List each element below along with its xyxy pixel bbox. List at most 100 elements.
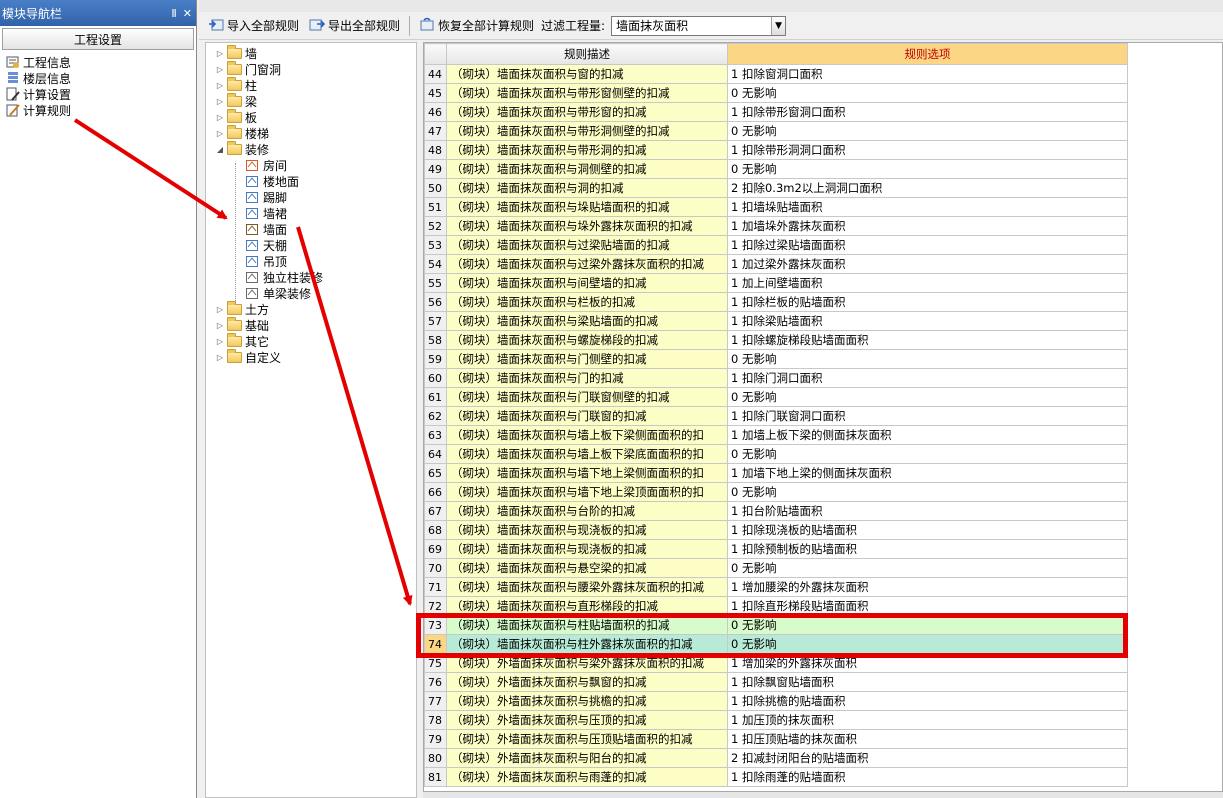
- export-all-rules-button[interactable]: 导出全部规则: [306, 15, 403, 37]
- rule-description[interactable]: （砌块）墙面抹灰面积与螺旋梯段的扣减: [446, 330, 728, 350]
- nav-item-project-info[interactable]: 工程信息: [6, 54, 196, 70]
- table-row[interactable]: 71 （砌块）墙面抹灰面积与腰梁外露抹灰面积的扣减 1 增加腰梁的外露抹灰面积: [424, 577, 1128, 597]
- rule-option[interactable]: 0 无影响: [727, 444, 1128, 464]
- rule-description[interactable]: （砌块）外墙面抹灰面积与压顶贴墙面积的扣减: [446, 729, 728, 749]
- row-number[interactable]: 80: [424, 748, 447, 768]
- tree-node-6[interactable]: 天棚: [206, 237, 416, 253]
- rule-description[interactable]: （砌块）墙面抹灰面积与垛外露抹灰面积的扣减: [446, 216, 728, 236]
- row-number[interactable]: 56: [424, 292, 447, 312]
- rule-description[interactable]: （砌块）墙面抹灰面积与窗的扣减: [446, 64, 728, 84]
- table-row[interactable]: 53 （砌块）墙面抹灰面积与过梁贴墙面的扣减 1 扣除过梁贴墙面面积: [424, 235, 1128, 255]
- table-row[interactable]: 45 （砌块）墙面抹灰面积与带形窗侧壁的扣减 0 无影响: [424, 83, 1128, 103]
- rule-option[interactable]: 1 扣台阶贴墙面积: [727, 501, 1128, 521]
- restore-all-rules-button[interactable]: 恢复全部计算规则: [416, 15, 537, 37]
- row-number[interactable]: 62: [424, 406, 447, 426]
- tree-node[interactable]: ▷ 板: [206, 108, 416, 125]
- table-row[interactable]: 48 （砌块）墙面抹灰面积与带形洞的扣减 1 扣除带形洞洞口面积: [424, 140, 1128, 160]
- row-number[interactable]: 46: [424, 102, 447, 122]
- tree-node-4[interactable]: 墙裙: [206, 205, 416, 221]
- tree-node-9[interactable]: 单梁装修: [206, 285, 416, 301]
- row-number[interactable]: 57: [424, 311, 447, 331]
- rule-description[interactable]: （砌块）墙面抹灰面积与带形洞的扣减: [446, 140, 728, 160]
- tree-node-8[interactable]: 独立柱装修: [206, 269, 416, 285]
- rule-option[interactable]: 1 加压顶的抹灰面积: [727, 710, 1128, 730]
- row-number[interactable]: 48: [424, 140, 447, 160]
- table-row[interactable]: 81 （砌块）外墙面抹灰面积与雨蓬的扣减 1 扣除雨蓬的贴墙面积: [424, 767, 1128, 787]
- row-number[interactable]: 76: [424, 672, 447, 692]
- table-row[interactable]: 47 （砌块）墙面抹灰面积与带形洞侧壁的扣减 0 无影响: [424, 121, 1128, 141]
- row-number[interactable]: 44: [424, 64, 447, 84]
- table-row[interactable]: 64 （砌块）墙面抹灰面积与墙上板下梁底面面积的扣 0 无影响: [424, 444, 1128, 464]
- row-number[interactable]: 49: [424, 159, 447, 179]
- rule-option[interactable]: 1 加墙垛外露抹灰面积: [727, 216, 1128, 236]
- row-number[interactable]: 67: [424, 501, 447, 521]
- rule-description[interactable]: （砌块）外墙面抹灰面积与雨蓬的扣减: [446, 767, 728, 787]
- rule-description[interactable]: （砌块）墙面抹灰面积与门联窗侧壁的扣减: [446, 387, 728, 407]
- expand-icon[interactable]: ▷: [214, 353, 226, 362]
- rule-description[interactable]: （砌块）墙面抹灰面积与门联窗的扣减: [446, 406, 728, 426]
- table-row[interactable]: 65 （砌块）墙面抹灰面积与墙下地上梁侧面面积的扣 1 加墙下地上梁的侧面抹灰面积: [424, 463, 1128, 483]
- row-number[interactable]: 70: [424, 558, 447, 578]
- tree-node-decoration[interactable]: ◢ 装修: [206, 140, 416, 157]
- nav-item-calc-settings[interactable]: 计算设置: [6, 86, 196, 102]
- rule-option[interactable]: 1 扣除门联窗洞口面积: [727, 406, 1128, 426]
- horizontal-scrollbar[interactable]: [423, 792, 1223, 798]
- row-number[interactable]: 64: [424, 444, 447, 464]
- table-row[interactable]: 59 （砌块）墙面抹灰面积与门侧壁的扣减 0 无影响: [424, 349, 1128, 369]
- tree-node[interactable]: ▷ 门窗洞: [206, 60, 416, 77]
- expand-icon[interactable]: ▷: [214, 113, 226, 122]
- row-number[interactable]: 60: [424, 368, 447, 388]
- rule-option[interactable]: 1 扣压顶贴墙的抹灰面积: [727, 729, 1128, 749]
- row-number[interactable]: 79: [424, 729, 447, 749]
- rule-description[interactable]: （砌块）墙面抹灰面积与带形窗侧壁的扣减: [446, 83, 728, 103]
- rule-option[interactable]: 0 无影响: [727, 349, 1128, 369]
- import-all-rules-button[interactable]: 导入全部规则: [205, 15, 302, 37]
- row-number[interactable]: 68: [424, 520, 447, 540]
- column-header-desc[interactable]: 规则描述: [446, 43, 728, 65]
- rule-description[interactable]: （砌块）墙面抹灰面积与门的扣减: [446, 368, 728, 388]
- table-row[interactable]: 66 （砌块）墙面抹灰面积与墙下地上梁顶面面积的扣 0 无影响: [424, 482, 1128, 502]
- rule-option[interactable]: 1 扣除窗洞口面积: [727, 64, 1128, 84]
- rule-description[interactable]: （砌块）墙面抹灰面积与门侧壁的扣减: [446, 349, 728, 369]
- rule-option[interactable]: 0 无影响: [727, 558, 1128, 578]
- collapse-icon[interactable]: ◢: [214, 145, 226, 154]
- rule-option[interactable]: 1 加墙上板下梁的侧面抹灰面积: [727, 425, 1128, 445]
- rule-description[interactable]: （砌块）墙面抹灰面积与带形窗的扣减: [446, 102, 728, 122]
- rule-option[interactable]: 0 无影响: [727, 83, 1128, 103]
- tree-node[interactable]: ▷ 自定义: [206, 348, 416, 365]
- rule-option[interactable]: 1 扣除门洞口面积: [727, 368, 1128, 388]
- rule-description[interactable]: （砌块）墙面抹灰面积与洞的扣减: [446, 178, 728, 198]
- expand-icon[interactable]: ▷: [214, 65, 226, 74]
- tree-node-7[interactable]: 吊顶: [206, 253, 416, 269]
- rule-option[interactable]: 1 扣除带形洞洞口面积: [727, 140, 1128, 160]
- table-row[interactable]: 54 （砌块）墙面抹灰面积与过梁外露抹灰面积的扣减 1 加过梁外露抹灰面积: [424, 254, 1128, 274]
- filter-quantity-select[interactable]: 墙面抹灰面积 ▼: [611, 15, 787, 36]
- project-settings-header[interactable]: 工程设置: [2, 28, 194, 50]
- rule-option[interactable]: 1 扣除栏板的贴墙面积: [727, 292, 1128, 312]
- row-number[interactable]: 53: [424, 235, 447, 255]
- rule-description[interactable]: （砌块）墙面抹灰面积与洞侧壁的扣减: [446, 159, 728, 179]
- row-number[interactable]: 69: [424, 539, 447, 559]
- tree-node-5[interactable]: 墙面: [206, 221, 416, 237]
- rule-description[interactable]: （砌块）墙面抹灰面积与垛贴墙面积的扣减: [446, 197, 728, 217]
- table-row[interactable]: 46 （砌块）墙面抹灰面积与带形窗的扣减 1 扣除带形窗洞口面积: [424, 102, 1128, 122]
- tree-node-2[interactable]: 楼地面: [206, 173, 416, 189]
- tree-node[interactable]: ▷ 基础: [206, 316, 416, 333]
- rule-description[interactable]: （砌块）墙面抹灰面积与间壁墙的扣减: [446, 273, 728, 293]
- table-row[interactable]: 68 （砌块）墙面抹灰面积与现浇板的扣减 1 扣除现浇板的贴墙面积: [424, 520, 1128, 540]
- table-row[interactable]: 49 （砌块）墙面抹灰面积与洞侧壁的扣减 0 无影响: [424, 159, 1128, 179]
- row-number[interactable]: 52: [424, 216, 447, 236]
- rule-option[interactable]: 2 扣减封闭阳台的贴墙面积: [727, 748, 1128, 768]
- chevron-down-icon[interactable]: ▼: [771, 16, 786, 35]
- rule-option[interactable]: 1 扣除螺旋梯段贴墙面面积: [727, 330, 1128, 350]
- rule-option[interactable]: 2 扣除0.3m2以上洞洞口面积: [727, 178, 1128, 198]
- rule-description[interactable]: （砌块）外墙面抹灰面积与阳台的扣减: [446, 748, 728, 768]
- table-row[interactable]: 58 （砌块）墙面抹灰面积与螺旋梯段的扣减 1 扣除螺旋梯段贴墙面面积: [424, 330, 1128, 350]
- expand-icon[interactable]: ▷: [214, 81, 226, 90]
- row-number[interactable]: 63: [424, 425, 447, 445]
- table-row[interactable]: 62 （砌块）墙面抹灰面积与门联窗的扣减 1 扣除门联窗洞口面积: [424, 406, 1128, 426]
- tree-node[interactable]: ▷ 楼梯: [206, 124, 416, 141]
- table-row[interactable]: 56 （砌块）墙面抹灰面积与栏板的扣减 1 扣除栏板的贴墙面积: [424, 292, 1128, 312]
- rule-description[interactable]: （砌块）外墙面抹灰面积与压顶的扣减: [446, 710, 728, 730]
- rule-option[interactable]: 0 无影响: [727, 121, 1128, 141]
